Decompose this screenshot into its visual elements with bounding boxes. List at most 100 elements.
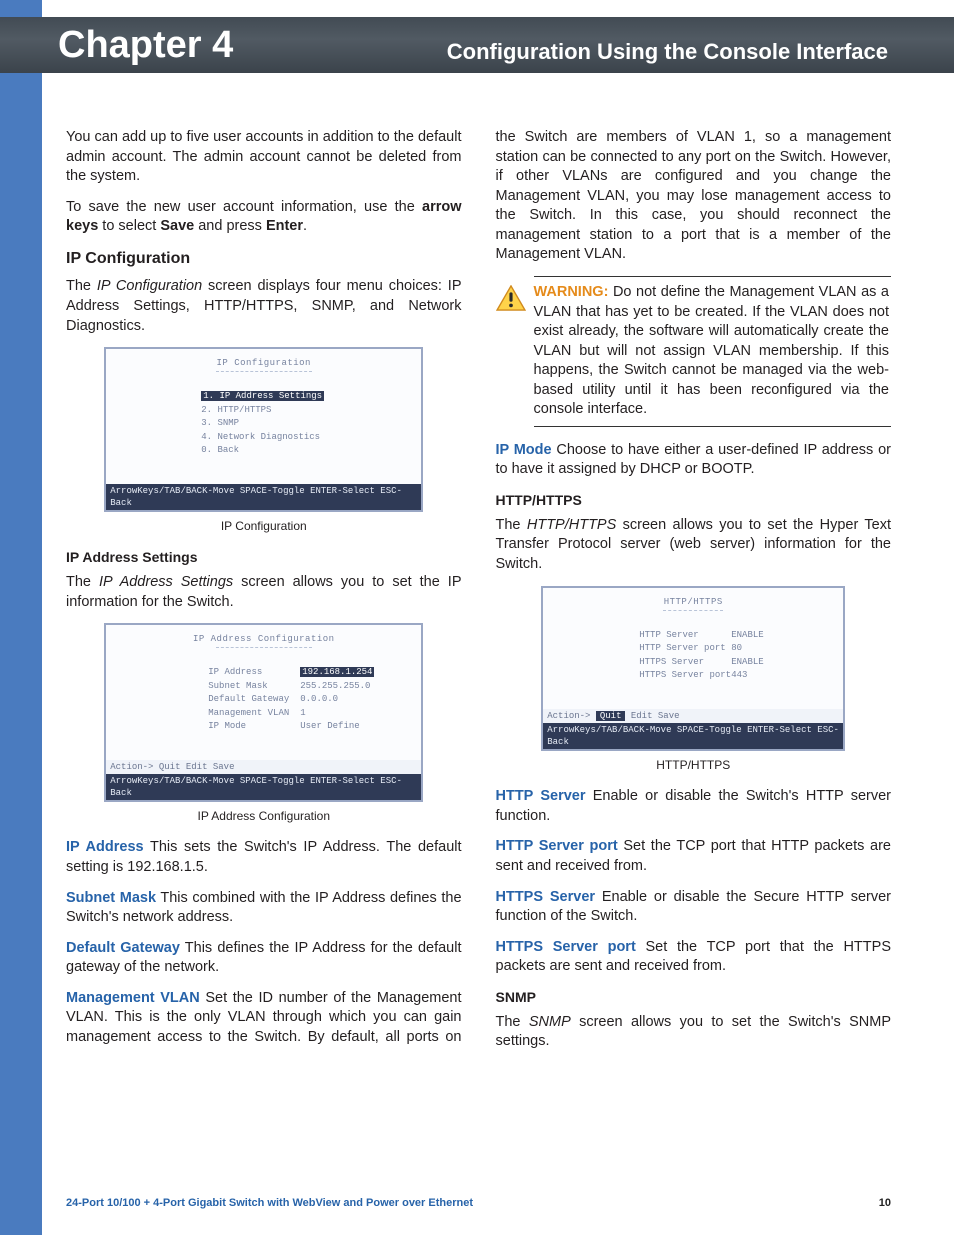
console-fields: IP Address192.168.1.254 Subnet Mask255.2… <box>106 650 421 760</box>
term: HTTPS Server port <box>496 939 636 955</box>
definition: HTTP Server port Set the TCP port that H… <box>496 837 892 876</box>
term: Management VLAN <box>66 990 200 1006</box>
field-row: IP Address192.168.1.254 <box>208 666 421 680</box>
console-title: IP Address Configuration <box>106 625 421 650</box>
selected-action: Quit <box>596 711 626 721</box>
figure-ip-address-configuration: IP Address Configuration IP Address192.1… <box>66 623 462 824</box>
term: IP Address <box>66 839 144 855</box>
italic: IP Address Settings <box>99 574 233 590</box>
warning-label: WARNING: <box>534 284 609 300</box>
paragraph: The SNMP screen allows you to set the Sw… <box>496 1013 892 1052</box>
text: IP Address Configuration <box>193 634 335 644</box>
heading-ip-address-settings: IP Address Settings <box>66 548 462 567</box>
text: IP Configuration <box>217 358 311 368</box>
chapter-number: Chapter 4 <box>58 24 233 67</box>
field-label: HTTPS Server port <box>639 669 731 683</box>
definition: IP Mode Choose to have either a user-def… <box>496 441 892 480</box>
console-footer: ArrowKeys/TAB/BACK-Move SPACE-Toggle ENT… <box>543 723 843 749</box>
warning-icon <box>496 285 524 420</box>
warning-box: WARNING: Do not define the Management VL… <box>534 276 892 427</box>
field-value: 80 <box>731 642 742 656</box>
field-row: HTTPS ServerENABLE <box>639 656 843 670</box>
console-menu: 1. IP Address Settings 2. HTTP/HTTPS 3. … <box>106 374 421 484</box>
chapter-header: Chapter 4 Configuration Using the Consol… <box>0 17 954 73</box>
underline <box>663 610 723 611</box>
field-row: Subnet Mask255.255.255.0 <box>208 680 421 694</box>
text: The <box>66 278 97 294</box>
text: The <box>66 574 99 590</box>
text: The <box>496 517 527 533</box>
console-fields: HTTP ServerENABLE HTTP Server port80 HTT… <box>543 613 843 709</box>
menu-item: 1. IP Address Settings <box>201 390 421 404</box>
console-actions: Action-> Quit Edit Save <box>106 760 421 774</box>
heading-ip-configuration: IP Configuration <box>66 248 462 270</box>
field-row: Default Gateway0.0.0.0 <box>208 693 421 707</box>
figure-caption: HTTP/HTTPS <box>496 757 892 773</box>
definition: HTTPS Server port Set the TCP port that … <box>496 938 892 977</box>
field-row: Management VLAN1 <box>208 707 421 721</box>
console-actions: Action-> Quit Edit Save <box>543 709 843 723</box>
body-columns: You can add up to five user accounts in … <box>66 128 891 1177</box>
text: Action-> <box>547 711 590 721</box>
term: Default Gateway <box>66 940 180 956</box>
definition: Subnet Mask This combined with the IP Ad… <box>66 889 462 928</box>
field-label: HTTPS Server <box>639 656 731 670</box>
paragraph: The HTTP/HTTPS screen allows you to set … <box>496 516 892 575</box>
field-label: HTTP Server port <box>639 642 731 656</box>
figure-caption: IP Configuration <box>66 518 462 534</box>
bold: Save <box>160 218 194 234</box>
footer-product: 24-Port 10/100 + 4-Port Gigabit Switch w… <box>66 1197 473 1209</box>
figure-caption: IP Address Configuration <box>66 808 462 824</box>
field-value: ENABLE <box>731 656 763 670</box>
chapter-title: Configuration Using the Console Interfac… <box>447 39 888 65</box>
field-label: HTTP Server <box>639 629 731 643</box>
figure-ip-configuration: IP Configuration 1. IP Address Settings … <box>66 347 462 534</box>
text: Action-> <box>110 762 153 772</box>
text: To save the new user account information… <box>66 199 422 215</box>
heading-snmp: SNMP <box>496 988 892 1007</box>
text: The <box>496 1014 529 1030</box>
bold: Enter <box>266 218 303 234</box>
console-title: IP Configuration <box>106 349 421 374</box>
selected-item: 1. IP Address Settings <box>201 391 324 401</box>
paragraph: The IP Address Settings screen allows yo… <box>66 573 462 612</box>
console-footer: ArrowKeys/TAB/BACK-Move SPACE-Toggle ENT… <box>106 484 421 510</box>
italic: IP Configuration <box>97 278 202 294</box>
italic: SNMP <box>529 1014 571 1030</box>
field-label: Default Gateway <box>208 693 300 707</box>
paragraph: To save the new user account information… <box>66 198 462 237</box>
menu-item: 0. Back <box>201 444 421 458</box>
field-row: HTTP ServerENABLE <box>639 629 843 643</box>
field-label: IP Mode <box>208 720 300 734</box>
console-screenshot: HTTP/HTTPS HTTP ServerENABLE HTTP Server… <box>541 586 845 752</box>
term: HTTPS Server <box>496 889 596 905</box>
paragraph: The IP Configuration screen displays fou… <box>66 277 462 336</box>
underline <box>216 371 312 372</box>
actions-list: Quit Edit Save <box>159 762 235 772</box>
text: to select <box>98 218 160 234</box>
field-value: 192.168.1.254 <box>300 667 374 677</box>
console-title: HTTP/HTTPS <box>543 588 843 613</box>
page-footer: 24-Port 10/100 + 4-Port Gigabit Switch w… <box>66 1197 891 1209</box>
console-screenshot: IP Configuration 1. IP Address Settings … <box>104 347 423 512</box>
menu-item: 4. Network Diagnostics <box>201 431 421 445</box>
console-footer: ArrowKeys/TAB/BACK-Move SPACE-Toggle ENT… <box>106 774 421 800</box>
term: HTTP Server <box>496 788 586 804</box>
field-value: 255.255.255.0 <box>300 680 370 694</box>
side-accent <box>0 0 42 1235</box>
text: . <box>303 218 307 234</box>
definition: IP Address This sets the Switch's IP Add… <box>66 838 462 877</box>
text: and press <box>194 218 266 234</box>
text: Choose to have either a user-defined IP … <box>496 442 892 478</box>
menu-item: 2. HTTP/HTTPS <box>201 404 421 418</box>
term: HTTP Server port <box>496 838 618 854</box>
text: HTTP/HTTPS <box>664 597 723 607</box>
field-label: IP Address <box>208 666 300 680</box>
field-value: User Define <box>300 720 359 734</box>
underline <box>216 647 312 648</box>
definition: HTTPS Server Enable or disable the Secur… <box>496 888 892 927</box>
figure-http-https: HTTP/HTTPS HTTP ServerENABLE HTTP Server… <box>496 586 892 774</box>
page-number: 10 <box>879 1197 891 1209</box>
field-value: 443 <box>731 669 747 683</box>
field-row: HTTP Server port80 <box>639 642 843 656</box>
